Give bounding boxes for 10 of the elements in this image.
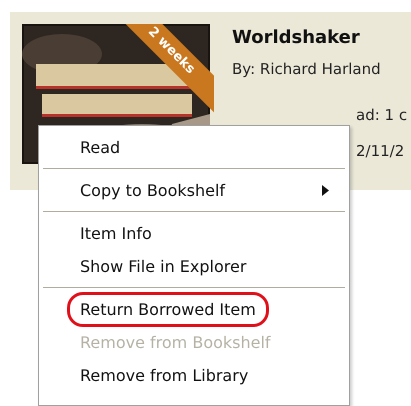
detail-text: 2/11/2 bbox=[356, 142, 406, 160]
menu-item[interactable]: Read bbox=[39, 131, 349, 164]
menu-item[interactable]: Remove from Library bbox=[39, 359, 349, 392]
menu-item[interactable]: Item Info bbox=[39, 217, 349, 250]
author-text: By: Richard Harland bbox=[232, 60, 382, 78]
submenu-arrow-icon bbox=[322, 185, 329, 196]
menu-item[interactable]: Copy to Bookshelf bbox=[39, 174, 349, 207]
book-title: Worldshaker bbox=[232, 27, 361, 48]
menu-item[interactable]: Show File in Explorer bbox=[39, 250, 349, 283]
detail-text: ad: 1 c bbox=[356, 106, 408, 124]
